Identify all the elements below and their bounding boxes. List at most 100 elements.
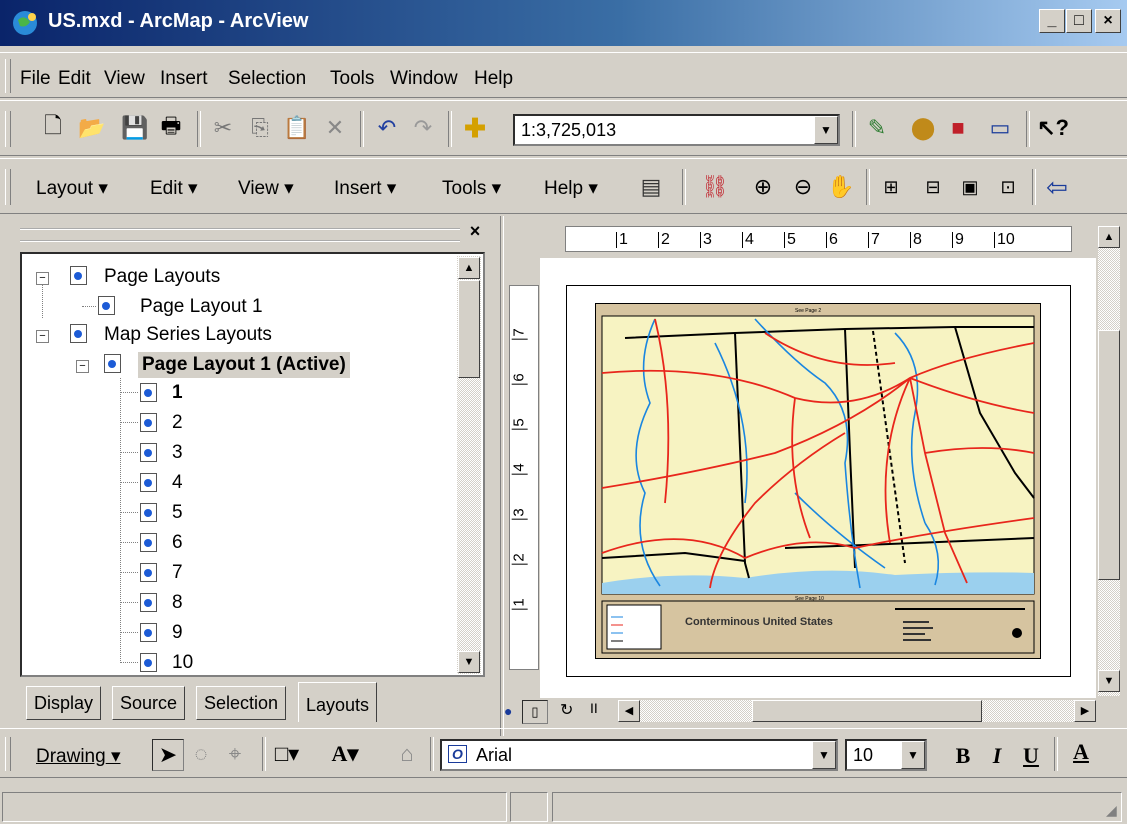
- scroll-down-button[interactable]: ▼: [458, 651, 480, 673]
- tree-page-item[interactable]: 3: [172, 442, 183, 464]
- maximize-button[interactable]: □: [1066, 9, 1092, 33]
- resize-grip-icon[interactable]: ◢: [1106, 802, 1117, 819]
- tab-layouts[interactable]: Layouts: [298, 682, 378, 722]
- zoom-to-selected-icon[interactable]: ⌖: [220, 739, 250, 769]
- select-features-icon[interactable]: ⛓: [700, 172, 730, 202]
- collapse-icon[interactable]: −: [36, 330, 49, 343]
- toolbar-grip[interactable]: [5, 737, 11, 771]
- font-name-combo[interactable]: O Arial ▼: [440, 739, 838, 771]
- rectangle-icon[interactable]: □▾: [272, 739, 302, 769]
- tree-page-item[interactable]: 7: [172, 562, 183, 584]
- redo-icon[interactable]: ↷: [408, 113, 438, 143]
- delete-icon[interactable]: ✕: [320, 113, 350, 143]
- toolbar-grip[interactable]: [5, 111, 11, 147]
- chevron-down-icon[interactable]: ▼: [814, 116, 838, 144]
- copy-icon[interactable]: ⎘: [245, 113, 275, 143]
- editor-toolbar-icon[interactable]: ✎: [862, 113, 892, 143]
- layout-properties-icon[interactable]: ▤: [636, 172, 666, 202]
- bold-button[interactable]: B: [948, 741, 978, 771]
- menu-edit[interactable]: Edit: [58, 68, 91, 90]
- tree-page-layout-1[interactable]: Page Layout 1: [140, 296, 263, 318]
- save-icon[interactable]: 💾: [120, 113, 150, 143]
- rotate-icon[interactable]: ◌: [186, 739, 216, 769]
- scroll-left-button[interactable]: ◀: [618, 700, 640, 722]
- layout-menu[interactable]: Layout ▾: [36, 177, 108, 200]
- arccatalog-icon[interactable]: ⬤: [908, 113, 938, 143]
- data-view-icon[interactable]: ●: [504, 703, 512, 719]
- layout-view-icon[interactable]: ▯: [522, 700, 548, 724]
- pause-icon[interactable]: II: [590, 700, 598, 716]
- fixed-zoom-in-icon[interactable]: ⊞: [876, 172, 906, 202]
- italic-button[interactable]: I: [982, 741, 1012, 771]
- edit-vertices-icon[interactable]: ⌂: [392, 739, 422, 769]
- tree-page-layouts[interactable]: Page Layouts: [104, 266, 220, 288]
- toolbar-grip[interactable]: [5, 169, 11, 205]
- select-elements-icon[interactable]: ➤: [152, 739, 184, 771]
- chevron-down-icon[interactable]: ▼: [812, 741, 836, 769]
- layout-view-menu[interactable]: View ▾: [238, 177, 294, 200]
- cut-icon[interactable]: ✂: [208, 113, 238, 143]
- toolbar-grip[interactable]: [5, 59, 11, 93]
- font-color-button[interactable]: A: [1066, 737, 1096, 767]
- tab-display[interactable]: Display: [26, 686, 102, 720]
- menu-view[interactable]: View: [104, 68, 145, 90]
- tab-selection[interactable]: Selection: [196, 686, 287, 720]
- zoom-out-icon[interactable]: ⊖: [788, 172, 818, 202]
- arctoolbox-icon[interactable]: ■: [943, 113, 973, 143]
- command-line-icon[interactable]: ▭: [985, 113, 1015, 143]
- tree-page-item[interactable]: 9: [172, 622, 183, 644]
- menu-help[interactable]: Help: [474, 68, 513, 90]
- paste-icon[interactable]: 📋: [282, 113, 312, 143]
- scroll-right-button[interactable]: ▶: [1074, 700, 1096, 722]
- fixed-zoom-out-icon[interactable]: ⊟: [918, 172, 948, 202]
- open-folder-icon[interactable]: 📂: [77, 113, 107, 143]
- layout-tools-menu[interactable]: Tools ▾: [442, 177, 501, 200]
- menu-file[interactable]: File: [20, 68, 51, 90]
- scroll-thumb[interactable]: [752, 700, 982, 722]
- map-data-frame[interactable]: Conterminous United States See Page 2 Se…: [595, 303, 1041, 659]
- toc-close-button[interactable]: ×: [466, 222, 484, 240]
- zoom-whole-page-icon[interactable]: ▣: [955, 172, 985, 202]
- tree-page-item[interactable]: 4: [172, 472, 183, 494]
- zoom-in-icon[interactable]: ⊕: [748, 172, 778, 202]
- whats-this-help-icon[interactable]: ↖?: [1037, 113, 1069, 143]
- tab-source[interactable]: Source: [112, 686, 186, 720]
- new-text-icon[interactable]: A▾: [330, 739, 360, 769]
- underline-button[interactable]: U: [1016, 741, 1046, 771]
- layout-help-menu[interactable]: Help ▾: [544, 177, 598, 200]
- drawing-menu[interactable]: Drawing ▾: [36, 745, 121, 768]
- tree-page-item[interactable]: 5: [172, 502, 183, 524]
- scroll-up-button[interactable]: ▲: [1098, 226, 1120, 248]
- close-window-button[interactable]: ×: [1095, 9, 1121, 33]
- tree-page-item[interactable]: 2: [172, 412, 183, 434]
- layout-insert-menu[interactable]: Insert ▾: [334, 177, 396, 200]
- menu-tools[interactable]: Tools: [330, 68, 374, 90]
- menu-window[interactable]: Window: [390, 68, 458, 90]
- scroll-up-button[interactable]: ▲: [458, 257, 480, 279]
- tree-page-item[interactable]: 6: [172, 532, 183, 554]
- refresh-icon[interactable]: ↻: [560, 700, 573, 720]
- splitter[interactable]: [500, 216, 504, 736]
- collapse-icon[interactable]: −: [76, 360, 89, 373]
- pan-hand-icon[interactable]: ✋: [826, 172, 856, 202]
- menu-selection[interactable]: Selection: [228, 68, 306, 90]
- undo-icon[interactable]: ↶: [372, 113, 402, 143]
- map-scale-combo[interactable]: 1:3,725,013 ▼: [513, 114, 840, 146]
- tree-page-item[interactable]: 8: [172, 592, 183, 614]
- chevron-down-icon[interactable]: ▼: [901, 741, 925, 769]
- tree-page-item[interactable]: 1: [172, 382, 183, 404]
- tree-map-series-layouts[interactable]: Map Series Layouts: [104, 324, 272, 346]
- go-back-extent-icon[interactable]: ⇦: [1042, 172, 1072, 202]
- tree-active-layout[interactable]: Page Layout 1 (Active): [138, 352, 350, 378]
- scroll-thumb[interactable]: [1098, 330, 1120, 580]
- print-icon[interactable]: 🖶: [156, 113, 186, 143]
- scroll-down-button[interactable]: ▼: [1098, 670, 1120, 692]
- tree-page-item[interactable]: 10: [172, 652, 193, 674]
- toc-grip[interactable]: [20, 228, 460, 242]
- add-data-icon[interactable]: ✚: [460, 113, 490, 143]
- minimize-button[interactable]: _: [1039, 9, 1065, 33]
- menu-insert[interactable]: Insert: [160, 68, 208, 90]
- layout-edit-menu[interactable]: Edit ▾: [150, 177, 198, 200]
- zoom-100-percent-icon[interactable]: ⊡: [993, 172, 1023, 202]
- font-size-combo[interactable]: 10 ▼: [845, 739, 927, 771]
